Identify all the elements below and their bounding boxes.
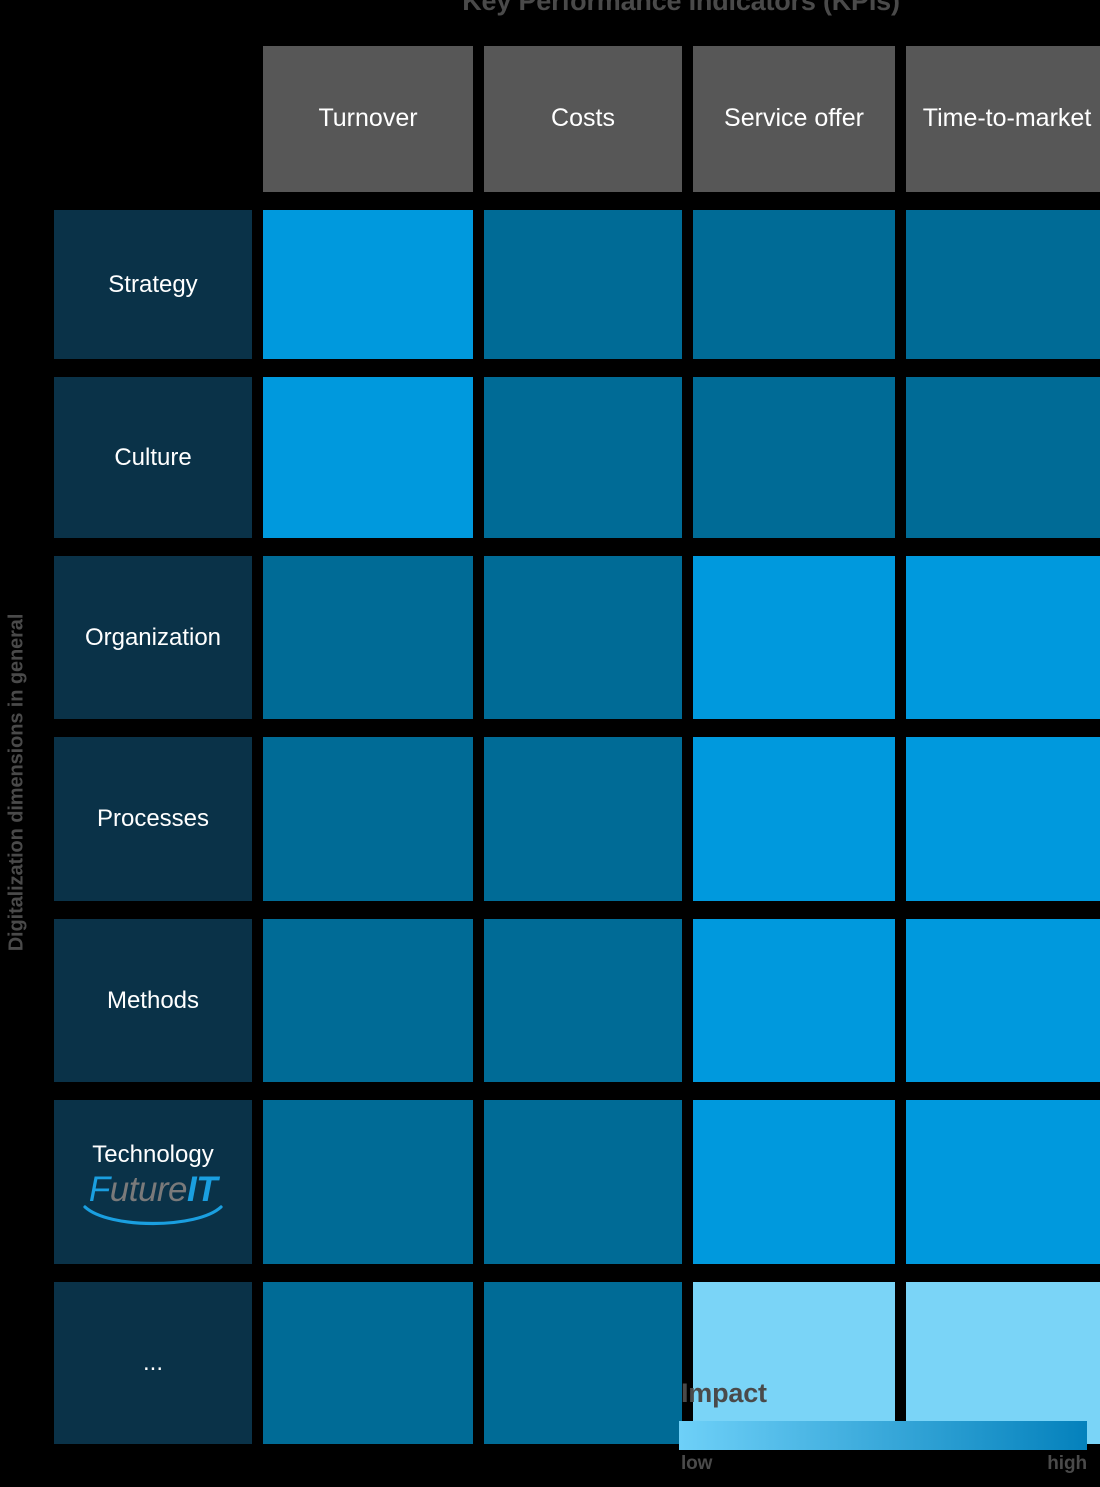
legend-low-label: low [681, 1453, 713, 1474]
futureit-logo: FutureIT [72, 1172, 234, 1225]
legend-title: Impact [681, 1378, 767, 1408]
matrix-cell [484, 737, 682, 901]
matrix-cell [906, 556, 1100, 719]
column-header-service-offer: Service offer [693, 46, 895, 192]
matrix-cell [693, 377, 895, 538]
matrix-cell [906, 737, 1100, 901]
column-header-turnover: Turnover [263, 46, 473, 192]
futureit-logo-swoosh-icon [83, 1204, 223, 1225]
legend-scale: low high [679, 1453, 1087, 1477]
row-header-more: ... [54, 1282, 252, 1444]
matrix-cell [693, 737, 895, 901]
matrix-cell [263, 737, 473, 901]
row-header-technology: Technology FutureIT [54, 1100, 252, 1264]
matrix-cell [693, 919, 895, 1082]
legend-gradient-bar [679, 1421, 1087, 1450]
row-header-label: Processes [96, 805, 210, 832]
futureit-logo-uture: uture [109, 1169, 188, 1209]
row-header-processes: Processes [54, 737, 252, 901]
matrix-cell [484, 556, 682, 719]
row-header-methods: Methods [54, 919, 252, 1082]
matrix-cell [484, 1100, 682, 1264]
row-header-label: ... [142, 1349, 163, 1376]
row-header-culture: Culture [54, 377, 252, 538]
column-header-label: Costs [551, 104, 615, 133]
matrix-cell [263, 377, 473, 538]
matrix-cell [263, 919, 473, 1082]
column-header-time-to-market: Time-to-market [906, 46, 1100, 192]
matrix-cell [906, 1100, 1100, 1264]
column-header-costs: Costs [484, 46, 682, 192]
row-header-label: Technology [92, 1140, 214, 1168]
impact-matrix: Turnover Costs Service offer Time-to-mar… [54, 46, 1100, 1444]
matrix-cell [263, 210, 473, 359]
column-header-label: Service offer [724, 104, 864, 133]
row-header-strategy: Strategy [54, 210, 252, 359]
matrix-cell [484, 1282, 682, 1444]
legend-high-label: high [1047, 1453, 1087, 1474]
row-header-label: Organization [84, 623, 222, 651]
matrix-cell [906, 210, 1100, 359]
matrix-cell [263, 556, 473, 719]
futureit-logo-wordmark: FutureIT [72, 1172, 234, 1207]
row-header-organization: Organization [54, 556, 252, 719]
row-header-label: Strategy [108, 270, 198, 298]
matrix-cell [693, 1100, 895, 1264]
matrix-cell [906, 919, 1100, 1082]
matrix-cell [693, 556, 895, 719]
matrix-cell [263, 1100, 473, 1264]
row-header-label: Culture [114, 443, 192, 471]
futureit-logo-f: F [88, 1169, 110, 1209]
vertical-axis-title: Digitalization dimensions in general [5, 613, 28, 952]
matrix-cell [484, 919, 682, 1082]
row-header-label: Methods [106, 986, 200, 1014]
matrix-corner-spacer [54, 46, 252, 192]
matrix-cell [484, 377, 682, 538]
futureit-logo-it: IT [187, 1169, 218, 1209]
column-header-label: Time-to-market [922, 104, 1092, 133]
matrix-cell [484, 210, 682, 359]
page-title: Key Performance Indicators (KPIs) [462, 0, 900, 16]
impact-legend: Impact low high [679, 1380, 1087, 1477]
column-header-label: Turnover [318, 104, 418, 133]
matrix-cell [263, 1282, 473, 1444]
matrix-cell [906, 377, 1100, 538]
matrix-cell [693, 210, 895, 359]
